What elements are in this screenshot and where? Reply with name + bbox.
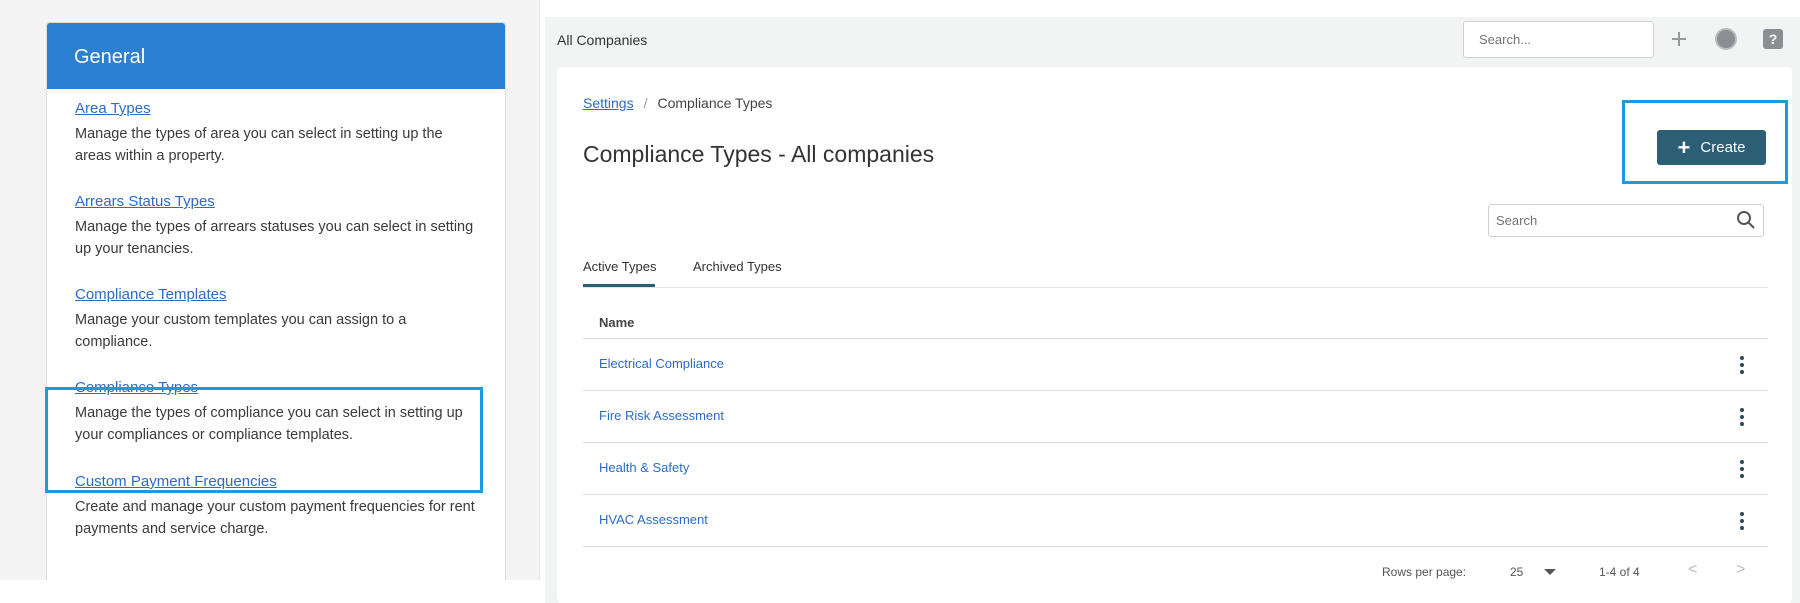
tab-active-types[interactable]: Active Types <box>583 259 656 274</box>
table-row: Health & Safety <box>583 443 1768 495</box>
table-search <box>1488 204 1764 237</box>
arrears-status-types-link[interactable]: Arrears Status Types <box>75 193 475 210</box>
help-icon[interactable]: ? <box>1761 27 1785 51</box>
table-row: Fire Risk Assessment <box>583 391 1768 443</box>
search-icon[interactable] <box>1736 210 1756 230</box>
table-row: Electrical Compliance <box>583 339 1768 391</box>
column-header-name[interactable]: Name <box>599 315 634 330</box>
breadcrumb-separator: / <box>643 95 648 111</box>
previous-page-icon[interactable]: < <box>1688 561 1697 579</box>
settings-item-compliance-templates: Compliance Templates Manage your custom … <box>75 286 475 353</box>
row-name-link[interactable]: Electrical Compliance <box>599 356 724 371</box>
settings-sidebar-card: General Area Types Manage the types of a… <box>46 22 506 580</box>
area-types-link[interactable]: Area Types <box>75 100 475 117</box>
row-name-link[interactable]: Fire Risk Assessment <box>599 408 724 423</box>
arrears-status-types-description: Manage the types of arrears statuses you… <box>75 219 474 257</box>
tab-archived-types[interactable]: Archived Types <box>693 259 782 274</box>
breadcrumb-settings-link[interactable]: Settings <box>583 95 634 111</box>
next-page-icon[interactable]: > <box>1736 561 1745 579</box>
more-options-icon[interactable] <box>1732 405 1752 429</box>
settings-item-arrears-status-types: Arrears Status Types Manage the types of… <box>75 193 475 260</box>
more-options-icon[interactable] <box>1732 353 1752 377</box>
rows-per-page-value[interactable]: 25 <box>1510 565 1523 579</box>
page-title: Compliance Types - All companies <box>583 141 935 167</box>
compliance-templates-description: Manage your custom templates you can ass… <box>75 312 407 350</box>
plus-icon[interactable] <box>1667 27 1691 51</box>
tabs-divider <box>583 287 1768 288</box>
highlight-create-button <box>1622 100 1788 184</box>
global-search-input[interactable] <box>1463 21 1654 58</box>
settings-item-area-types: Area Types Manage the types of area you … <box>75 100 475 167</box>
row-name-link[interactable]: HVAC Assessment <box>599 512 708 527</box>
compliance-templates-link[interactable]: Compliance Templates <box>75 286 475 303</box>
custom-payment-frequencies-description: Create and manage your custom payment fr… <box>75 499 475 537</box>
user-icon[interactable] <box>1714 27 1738 51</box>
row-name-link[interactable]: Health & Safety <box>599 460 689 475</box>
company-context-title: All Companies <box>557 32 648 48</box>
highlight-compliance-types <box>45 387 483 493</box>
chevron-down-icon[interactable] <box>1544 569 1556 575</box>
table-search-input[interactable] <box>1489 205 1719 236</box>
more-options-icon[interactable] <box>1732 509 1752 533</box>
more-options-icon[interactable] <box>1732 457 1752 481</box>
sidebar-header: General <box>47 23 505 89</box>
breadcrumb: Settings / Compliance Types <box>583 95 772 111</box>
pagination-range: 1-4 of 4 <box>1599 565 1640 579</box>
breadcrumb-current: Compliance Types <box>657 95 773 111</box>
area-types-description: Manage the types of area you can select … <box>75 126 443 164</box>
table-row: HVAC Assessment <box>583 495 1768 547</box>
rows-per-page-label: Rows per page: <box>1382 565 1467 579</box>
